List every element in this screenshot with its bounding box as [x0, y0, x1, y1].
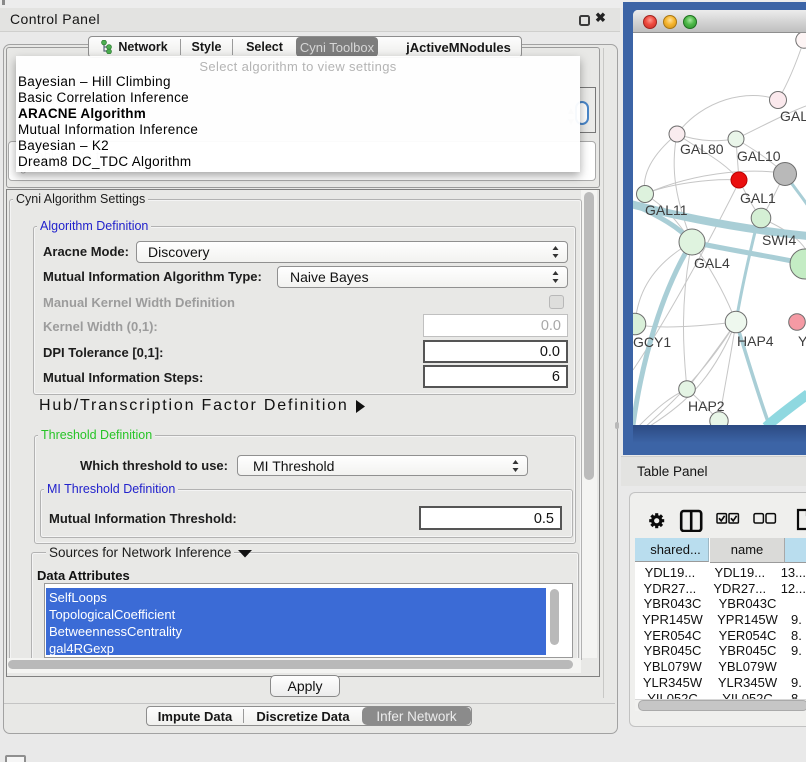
svg-text:Y: Y	[798, 333, 806, 349]
svg-text:HAP2: HAP2	[688, 398, 725, 414]
svg-text:GAL: GAL	[780, 108, 806, 124]
svg-text:GCY1: GCY1	[633, 334, 671, 350]
svg-text:SWI4: SWI4	[762, 232, 796, 248]
svg-text:GAL10: GAL10	[737, 148, 781, 164]
svg-text:GAL11: GAL11	[645, 202, 688, 218]
svg-text:GAL80: GAL80	[680, 141, 724, 157]
svg-text:GAL4: GAL4	[694, 255, 730, 271]
svg-text:GAL1: GAL1	[740, 190, 776, 206]
svg-text:HAP4: HAP4	[737, 333, 774, 349]
